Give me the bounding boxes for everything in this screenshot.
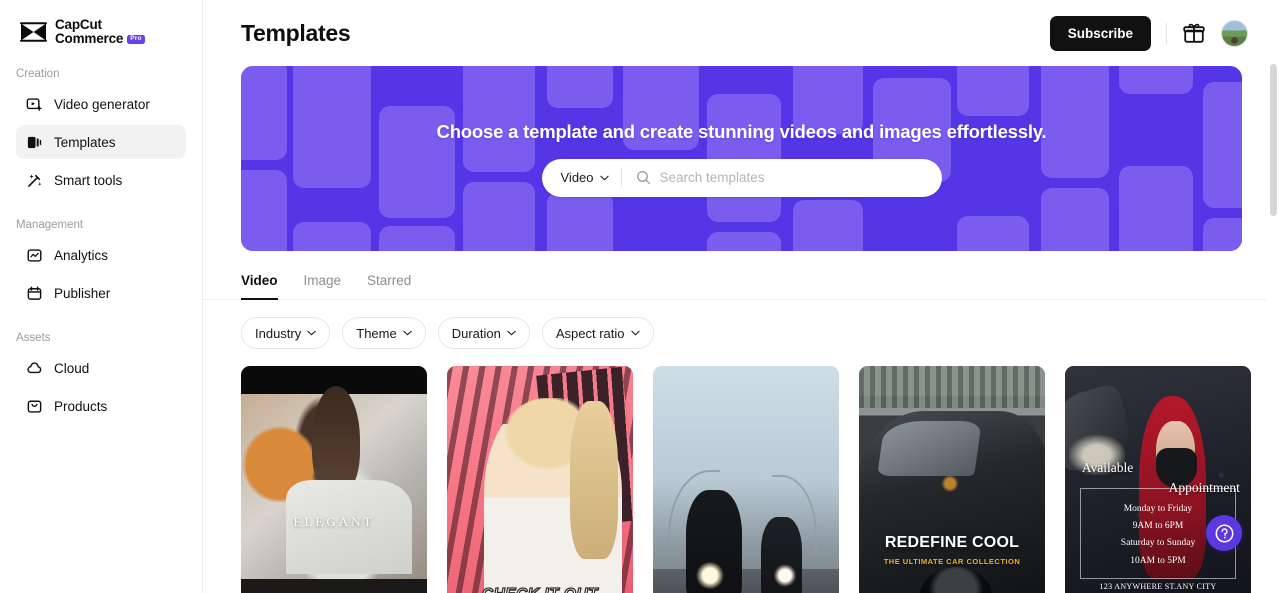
template-caption: ELEGANT (293, 513, 375, 529)
sidebar-item-label: Templates (54, 134, 116, 150)
filter-theme[interactable]: Theme (342, 317, 426, 349)
template-card[interactable]: REDEFINE COOL THE ULTIMATE CAR COLLECTIO… (859, 366, 1045, 593)
template-thumbnail (653, 366, 839, 593)
scrollbar-thumb[interactable] (1270, 64, 1277, 216)
templates-icon (27, 136, 42, 148)
avatar[interactable] (1221, 19, 1248, 47)
tab-starred[interactable]: Starred (367, 265, 411, 300)
search-type-value: Video (560, 170, 594, 185)
sidebar-item-products[interactable]: Products (16, 389, 186, 423)
sidebar-item-analytics[interactable]: Analytics (16, 238, 186, 272)
sidebar-item-label: Publisher (54, 285, 111, 301)
chevron-down-icon (630, 330, 640, 336)
sidebar-item-label: Products (54, 398, 108, 414)
filter-label: Aspect ratio (555, 325, 625, 341)
content-tabs: Video Image Starred (203, 265, 1280, 300)
chevron-down-icon (307, 330, 316, 336)
template-caption-line2: Appointment (1168, 480, 1240, 496)
search-field (622, 158, 942, 197)
filter-bar: Industry Theme Duration Aspect ratio (203, 300, 1280, 349)
sidebar-item-label: Cloud (54, 360, 90, 376)
search-icon (636, 171, 650, 185)
template-thumbnail (241, 366, 427, 593)
sidebar-group-label: Management (16, 219, 84, 232)
sidebar-item-publisher[interactable]: Publisher (16, 276, 186, 310)
sidebar-item-templates[interactable]: Templates (16, 125, 186, 160)
app-root: CapCut Commerce Pro Creation Video gener… (0, 0, 1280, 593)
page-title: Templates (241, 19, 351, 46)
brand-logo[interactable]: CapCut Commerce Pro (0, 0, 202, 46)
main-content: Templates Subscribe Choose a template an… (203, 0, 1280, 593)
filter-label: Duration (451, 325, 501, 341)
sidebar-item-label: Video generator (54, 96, 150, 112)
template-grid: ELEGANT CHECK IT OUT (203, 349, 1280, 593)
sidebar-item-label: Analytics (54, 247, 109, 263)
video-plus-icon (26, 97, 42, 111)
hero-banner-wrapper: Choose a template and create stunning vi… (203, 66, 1280, 251)
search-input[interactable] (659, 158, 928, 197)
top-bar-actions: Subscribe (1049, 15, 1248, 51)
template-caption: REDEFINE COOL (884, 533, 1020, 551)
sidebar-group-label: Creation (16, 68, 60, 81)
template-thumbnail (447, 366, 633, 593)
capcut-bowtie-icon (20, 22, 47, 42)
banner-headline: Choose a template and create stunning vi… (436, 120, 1047, 142)
filter-aspect-ratio[interactable]: Aspect ratio (541, 317, 654, 349)
brand-name-line1: CapCut (55, 17, 102, 32)
template-address: 123 ANYWHERE ST.ANY CITY (1099, 581, 1217, 591)
pro-badge: Pro (127, 34, 145, 44)
search-type-dropdown[interactable]: Video (542, 159, 621, 197)
template-caption: CHECK IT OUT (447, 586, 633, 593)
sidebar-group-creation: Creation Video generator Templates Smart… (0, 68, 202, 197)
analytics-chart-icon (27, 248, 42, 262)
calendar-icon (27, 286, 42, 300)
sidebar-group-management: Management Analytics Publisher (0, 219, 202, 310)
template-card[interactable]: CHECK IT OUT (447, 366, 633, 593)
banner-content: Choose a template and create stunning vi… (241, 66, 1242, 251)
sidebar-item-cloud[interactable]: Cloud (16, 351, 186, 385)
sidebar: CapCut Commerce Pro Creation Video gener… (0, 0, 203, 593)
cloud-icon (27, 361, 42, 373)
template-detail-line1: Monday to Friday (1123, 503, 1193, 514)
sidebar-item-label: Smart tools (54, 172, 123, 188)
help-button[interactable] (1206, 515, 1242, 551)
hero-banner: Choose a template and create stunning vi… (241, 66, 1242, 251)
filter-industry[interactable]: Industry (241, 317, 331, 349)
search-bar: Video (541, 158, 942, 197)
template-caption-line1: Available (1081, 460, 1134, 476)
filter-label: Theme (356, 325, 397, 341)
filter-label: Industry (255, 325, 302, 341)
product-box-icon (27, 400, 42, 413)
gift-icon[interactable] (1182, 21, 1206, 45)
brand-name-line2: Commerce (55, 31, 124, 47)
sidebar-item-smart-tools[interactable]: Smart tools (16, 163, 186, 197)
template-card[interactable]: ELEGANT (241, 366, 427, 593)
template-card[interactable]: Available Appointment Monday to Friday 9… (1065, 366, 1251, 593)
scrollbar-track[interactable] (1266, 0, 1280, 593)
subscribe-button[interactable]: Subscribe (1049, 15, 1151, 51)
template-detail-line4: 10AM to 5PM (1130, 555, 1186, 566)
top-bar: Templates Subscribe (203, 0, 1280, 66)
chevron-down-icon (599, 175, 609, 180)
sidebar-group-label: Assets (16, 332, 51, 345)
magic-wand-icon (28, 174, 42, 187)
sidebar-item-video-generator[interactable]: Video generator (16, 87, 186, 121)
chevron-down-icon (403, 330, 412, 336)
chevron-down-icon (507, 330, 516, 336)
template-subcaption: THE ULTIMATE CAR COLLECTION (883, 557, 1021, 567)
tab-image[interactable]: Image (304, 265, 342, 300)
toolbar-divider (1166, 22, 1167, 44)
tab-video[interactable]: Video (241, 265, 278, 300)
sidebar-group-assets: Assets Cloud Products (0, 332, 202, 423)
template-card[interactable]: Dreams (653, 366, 839, 593)
question-mark-icon (1215, 524, 1233, 542)
filter-duration[interactable]: Duration (437, 317, 530, 349)
